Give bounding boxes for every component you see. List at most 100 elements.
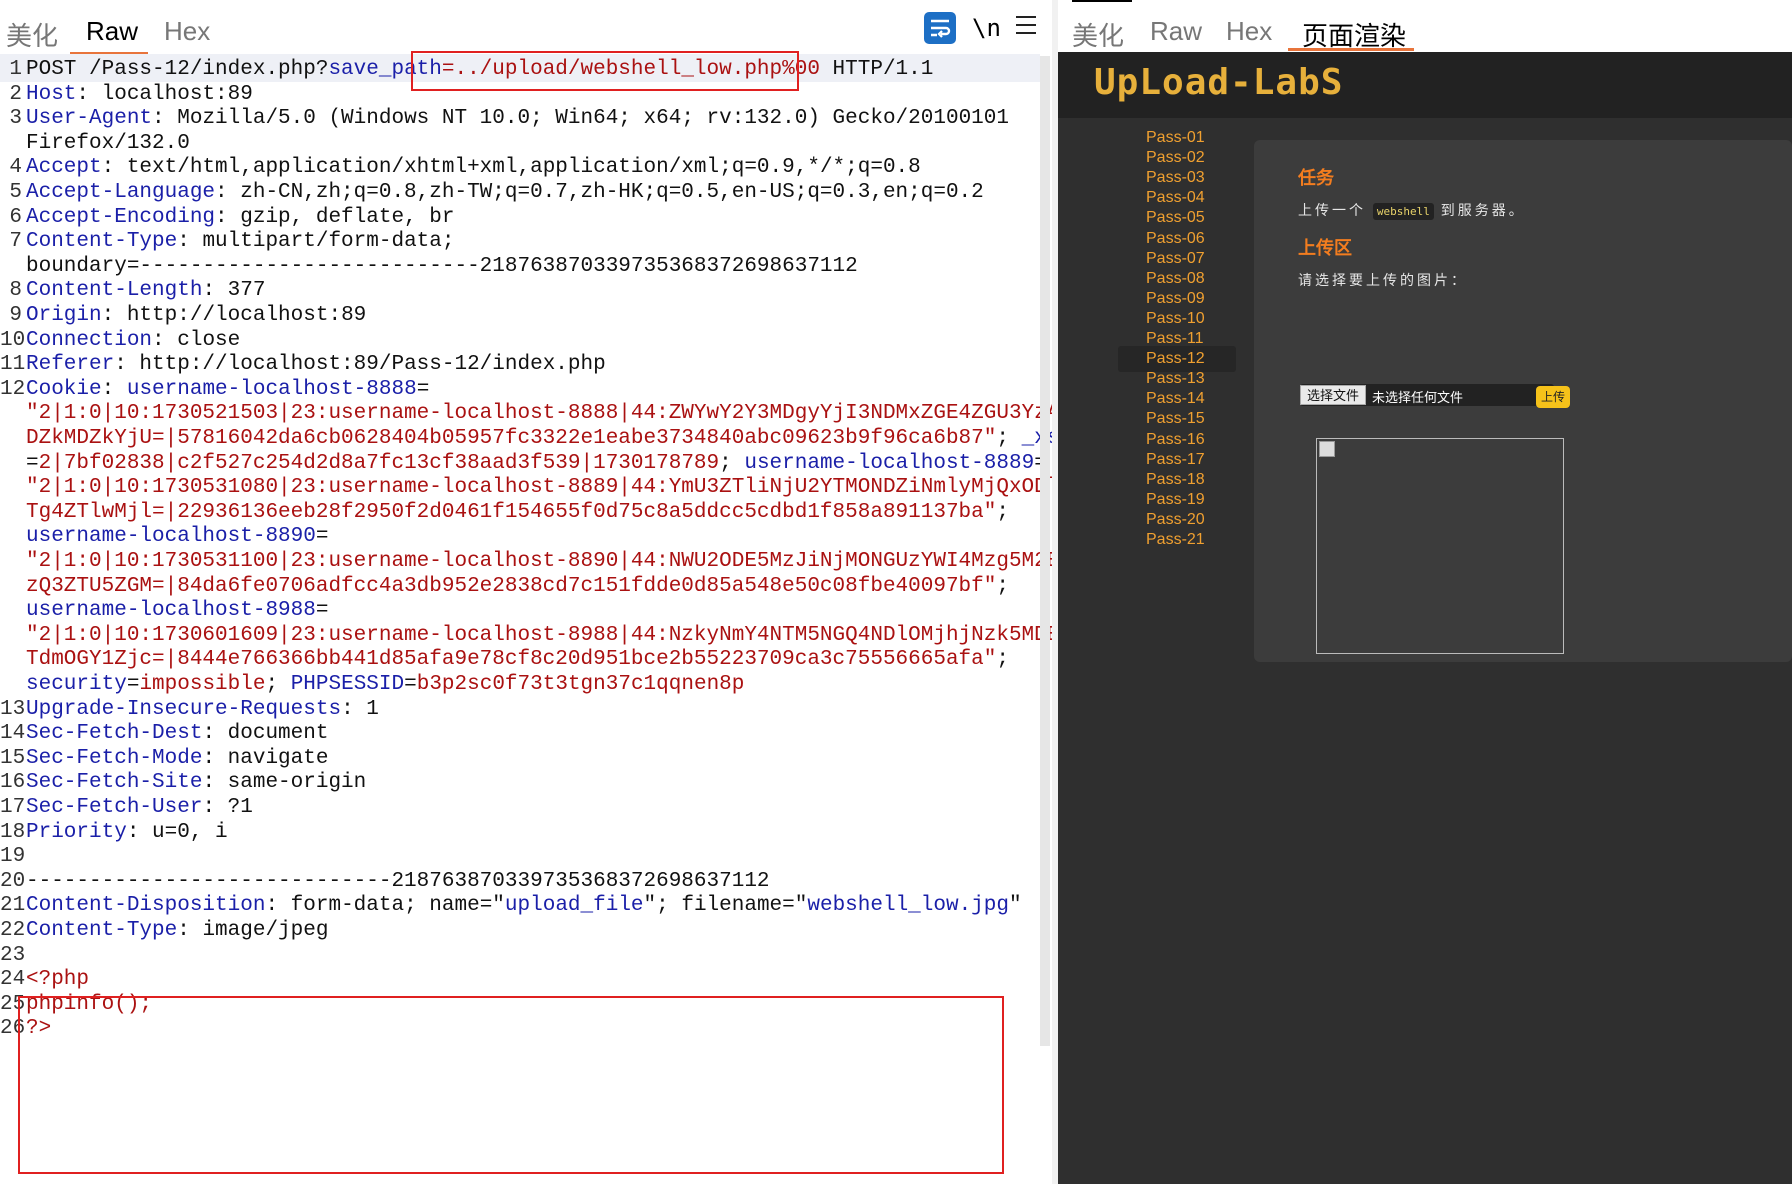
code-text: : 377 <box>202 279 266 303</box>
code-text: = <box>404 673 417 696</box>
site-logo[interactable]: UpLoad-LabS <box>1094 62 1343 103</box>
nav-item-pass-02[interactable]: Pass-02 <box>1146 149 1205 167</box>
code-line: Referer: http://localhost:89/Pass-12/ind… <box>26 353 606 376</box>
nav-item-pass-11[interactable]: Pass-11 <box>1146 330 1204 348</box>
nav-item-pass-12[interactable]: Pass-12 <box>1146 350 1205 368</box>
line-number: 20 <box>0 869 26 893</box>
code-value: 2|7bf02838|c2f527c254d2d8a7fc13cf38aad3f… <box>38 451 720 475</box>
vertical-scrollbar[interactable] <box>1040 56 1050 1046</box>
nav-item-pass-19[interactable]: Pass-19 <box>1146 491 1205 509</box>
code-key: Accept-Encoding <box>26 205 216 229</box>
code-text: ; <box>265 673 291 696</box>
nav-item-pass-13[interactable]: Pass-13 <box>1146 370 1205 388</box>
line-number: 21 <box>0 894 26 918</box>
nav-item-pass-17[interactable]: Pass-17 <box>1146 451 1205 469</box>
code-text: ; <box>996 648 1009 672</box>
file-status-text: 未选择任何文件 <box>1372 390 1464 405</box>
code-key: username-localhost-8890 <box>26 525 316 549</box>
task-heading: 任务 <box>1298 168 1334 188</box>
nav-item-pass-03[interactable]: Pass-03 <box>1146 169 1205 187</box>
nav-item-pass-10[interactable]: Pass-10 <box>1146 310 1205 328</box>
code-line: Accept: text/html,application/xhtml+xml,… <box>26 156 921 179</box>
broken-image-icon <box>1319 441 1335 457</box>
code-value: "2|1:0|10:1730601609|23:username-localho… <box>26 623 1052 647</box>
nav-item-pass-08[interactable]: Pass-08 <box>1146 270 1205 288</box>
tab-raw[interactable]: Raw <box>1150 16 1202 47</box>
code-key: webshell_low.jpg <box>807 894 1009 918</box>
code-line: Upgrade-Insecure-Requests: 1 <box>26 698 379 721</box>
nav-item-pass-14[interactable]: Pass-14 <box>1146 390 1205 408</box>
nav-item-pass-18[interactable]: Pass-18 <box>1146 471 1205 489</box>
code-key: security <box>26 673 127 696</box>
nav-item-pass-21[interactable]: Pass-21 <box>1146 531 1205 549</box>
code-text: ; <box>996 500 1009 524</box>
nav-item-pass-01[interactable]: Pass-01 <box>1146 129 1205 147</box>
nav-item-pass-06[interactable]: Pass-06 <box>1146 230 1205 248</box>
line-number: 11 <box>0 353 26 377</box>
code-line: Content-Type: image/jpeg <box>26 919 328 942</box>
code-text: POST /Pass-12/index.php? <box>26 58 329 81</box>
upload-prompt: 请选择要上传的图片： <box>1298 272 1468 288</box>
code-line: Host: localhost:89 <box>26 83 253 106</box>
file-input[interactable]: 选择文件 未选择任何文件 <box>1300 384 1554 406</box>
nav-item-pass-05[interactable]: Pass-05 <box>1146 209 1205 227</box>
line-number: 10 <box>0 328 26 352</box>
word-wrap-icon[interactable] <box>924 12 956 44</box>
code-text: : document <box>202 722 329 746</box>
code-line: Sec-Fetch-Site: same-origin <box>26 771 366 794</box>
code-text: = <box>416 377 430 401</box>
code-key: Content-Type <box>26 230 178 254</box>
code-text: Firefox/132.0 <box>26 131 190 155</box>
webshell-tag: webshell <box>1372 203 1434 220</box>
tab-pretty[interactable]: 美化 <box>1072 16 1124 53</box>
code-line: Accept-Language: zh-CN,zh;q=0.8,zh-TW;q=… <box>26 181 984 204</box>
choose-file-button[interactable]: 选择文件 <box>1300 385 1366 405</box>
nav-item-pass-07[interactable]: Pass-07 <box>1146 250 1205 268</box>
menu-icon[interactable] <box>1016 16 1036 36</box>
code-line: Content-Disposition: form-data; name="up… <box>26 894 1022 917</box>
code-value: b3p2sc0f73t3tgn37c1qqnen8p <box>416 673 745 696</box>
upload-button[interactable]: 上传 <box>1536 386 1570 408</box>
code-line: -----------------------------21876387033… <box>26 870 770 893</box>
tab-raw[interactable]: Raw <box>86 16 138 47</box>
tab-hex[interactable]: Hex <box>1226 16 1272 47</box>
code-line: boundary=---------------------------2187… <box>26 255 858 278</box>
code-text: : 1 <box>341 697 379 721</box>
code-key: Content-Disposition <box>26 894 266 918</box>
code-value: Tg4ZTlwMjl=|22936136eeb28f2950f2d0461f15… <box>26 500 997 524</box>
code-text: : http://localhost:89 <box>101 304 367 327</box>
code-text: : form-data; name=" <box>265 894 505 918</box>
nav-item-pass-15[interactable]: Pass-15 <box>1146 410 1205 428</box>
nav-item-pass-09[interactable]: Pass-09 <box>1146 290 1205 308</box>
code-text: : Mozilla/5.0 (Windows NT 10.0; Win64; x… <box>152 107 1009 131</box>
code-key: username-localhost-8888 <box>126 377 417 401</box>
code-text: : <box>101 377 127 401</box>
code-line: username-localhost-8890= <box>26 525 328 548</box>
code-line: Accept-Encoding: gzip, deflate, br <box>26 206 454 229</box>
code-line: =2|7bf02838|c2f527c254d2d8a7fc13cf38aad3… <box>26 452 1047 475</box>
line-number: 24 <box>0 968 26 992</box>
nav-item-pass-16[interactable]: Pass-16 <box>1146 431 1205 449</box>
nav-item-pass-20[interactable]: Pass-20 <box>1146 511 1205 529</box>
code-text: : http://localhost:89/Pass-12/index.php <box>114 353 606 377</box>
code-value: impossible <box>139 673 266 696</box>
tab-hex[interactable]: Hex <box>164 16 210 47</box>
code-line: User-Agent: Mozilla/5.0 (Windows NT 10.0… <box>26 107 1009 130</box>
code-key: Sec-Fetch-Site <box>26 771 203 795</box>
show-newlines-button[interactable]: \n <box>972 14 1001 42</box>
code-text: : zh-CN,zh;q=0.8,zh-TW;q=0.7,zh-HK;q=0.5… <box>215 181 984 204</box>
code-line: Sec-Fetch-Mode: navigate <box>26 747 328 770</box>
code-key: Connection <box>26 328 153 352</box>
response-title-fragment <box>1072 0 1132 2</box>
code-key: username-localhost-8988 <box>26 599 316 623</box>
code-line: Firefox/132.0 <box>26 132 190 155</box>
code-text: = <box>315 599 329 623</box>
code-line: TdmOGY1Zjc=|8444e766366bb441d85afa9e78cf… <box>26 648 1009 671</box>
code-text: : text/html,application/xhtml+xml,applic… <box>101 156 921 180</box>
code-text: ; <box>996 574 1009 598</box>
code-text: : u=0, i <box>126 820 228 844</box>
line-number: 1 <box>9 58 22 81</box>
tab-pretty[interactable]: 美化 <box>6 16 58 53</box>
nav-item-pass-04[interactable]: Pass-04 <box>1146 189 1205 207</box>
code-text: boundary=---------------------------2187… <box>26 254 858 278</box>
